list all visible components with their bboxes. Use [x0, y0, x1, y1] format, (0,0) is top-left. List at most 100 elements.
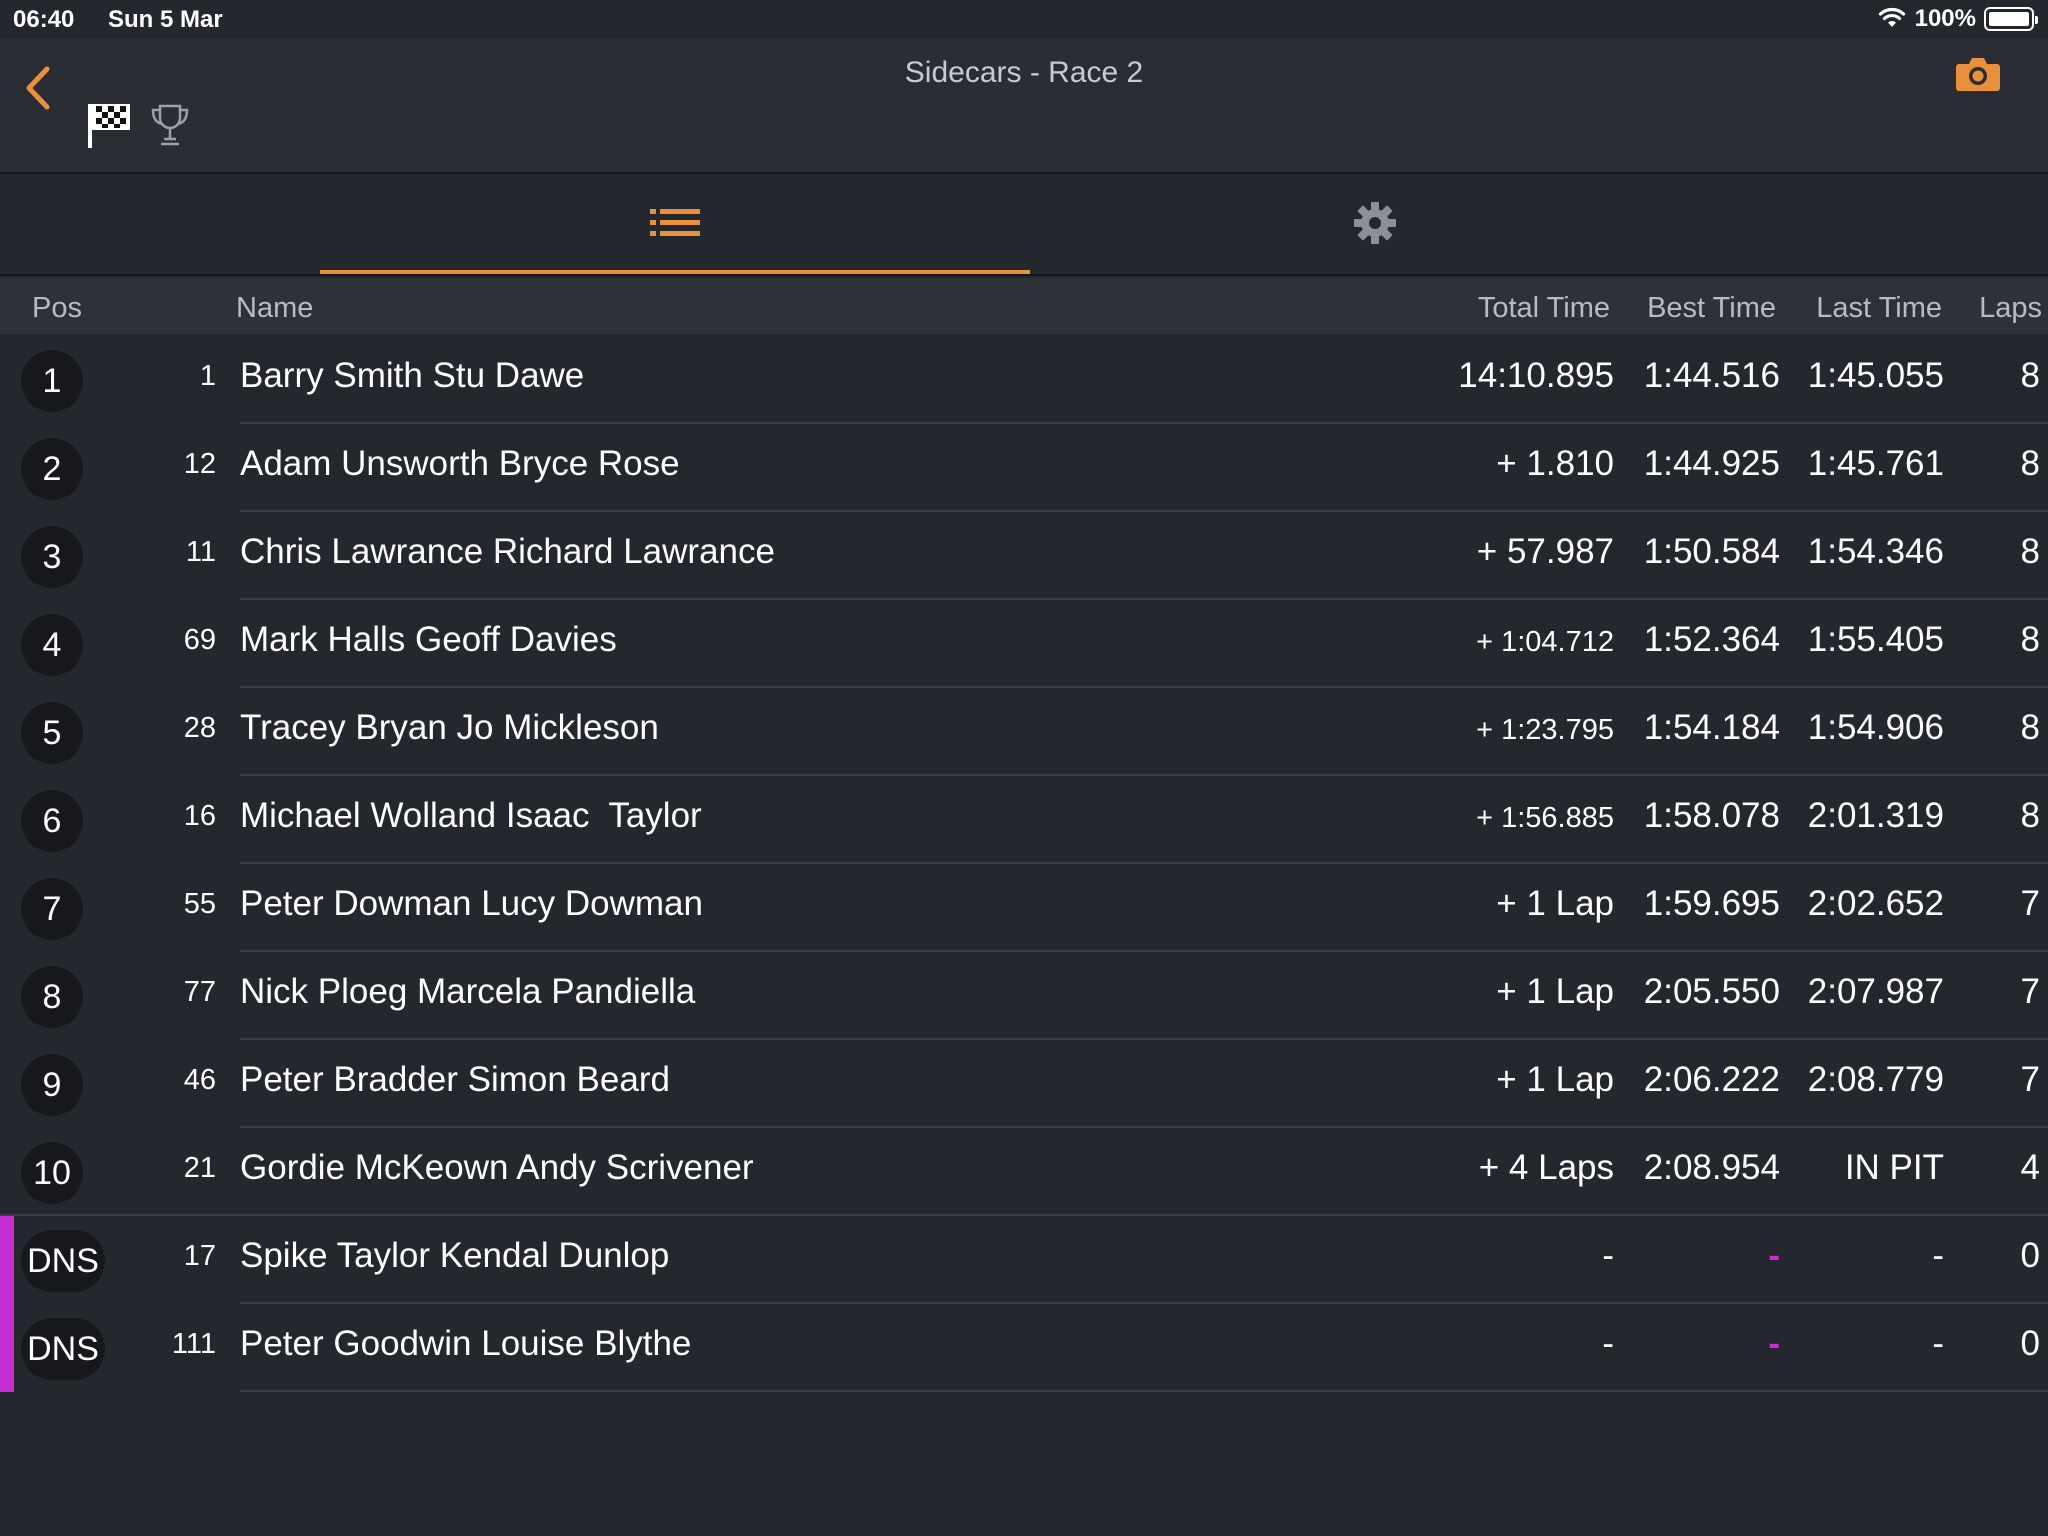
rider-number: 11	[185, 536, 216, 568]
last-time: 1:54.906	[1807, 708, 1944, 747]
rider-names: Adam Unsworth Bryce Rose	[240, 444, 680, 483]
laps-count: 0	[2020, 1324, 2040, 1363]
last-time: 1:45.055	[1807, 356, 1944, 395]
column-header-last-time[interactable]: Last Time	[1816, 292, 1942, 325]
laps-count: 4	[2020, 1148, 2040, 1187]
view-tabs	[0, 176, 2048, 276]
position-badge: 4	[21, 614, 83, 676]
page-title: Sidecars - Race 2	[904, 56, 1144, 89]
total-time: + 1:04.712	[1476, 626, 1614, 658]
table-row[interactable]: 4 69 Mark Halls Geoff Davies + 1:04.712 …	[0, 600, 2048, 688]
rider-number: 28	[183, 712, 216, 744]
laps-count: 8	[2020, 532, 2040, 571]
table-row[interactable]: 2 12 Adam Unsworth Bryce Rose + 1.810 1:…	[0, 424, 2048, 512]
best-time: 1:44.516	[1643, 356, 1780, 395]
rider-number: 111	[171, 1328, 216, 1360]
position-badge: 5	[21, 702, 83, 764]
gear-icon	[1352, 200, 1398, 251]
best-time: 2:08.954	[1643, 1148, 1780, 1187]
laps-count: 8	[2020, 444, 2040, 483]
table-row[interactable]: 8 77 Nick Ploeg Marcela Pandiella + 1 La…	[0, 952, 2048, 1040]
column-header-laps[interactable]: Laps	[1979, 292, 2042, 325]
position-badge: 3	[21, 526, 83, 588]
best-time: 1:52.364	[1643, 620, 1780, 659]
total-time: + 1:56.885	[1476, 802, 1614, 834]
last-time: IN PIT	[1844, 1148, 1944, 1187]
rider-number: 21	[183, 1152, 216, 1184]
last-time: 1:54.346	[1807, 532, 1944, 571]
list-icon	[650, 207, 700, 244]
column-header-name[interactable]: Name	[236, 292, 313, 325]
active-tab-indicator	[320, 270, 1030, 274]
status-indicators: 100%	[1877, 4, 2038, 34]
position-badge: 7	[21, 878, 83, 940]
dns-status-strip	[0, 1216, 14, 1304]
rider-names: Barry Smith Stu Dawe	[240, 356, 585, 395]
column-header-pos[interactable]: Pos	[32, 292, 82, 325]
laps-count: 8	[2020, 356, 2040, 395]
table-row[interactable]: 7 55 Peter Dowman Lucy Dowman + 1 Lap 1:…	[0, 864, 2048, 952]
laps-count: 7	[2020, 884, 2040, 923]
wifi-icon	[1877, 5, 1907, 34]
trophy-icon[interactable]	[148, 102, 192, 148]
total-time: -	[1602, 1324, 1614, 1363]
status-time: 06:40	[13, 6, 75, 33]
best-time: 1:59.695	[1643, 884, 1780, 923]
table-row[interactable]: 10 21 Gordie McKeown Andy Scrivener + 4 …	[0, 1128, 2048, 1216]
best-time: 1:50.584	[1643, 532, 1780, 571]
rider-names: Nick Ploeg Marcela Pandiella	[240, 972, 696, 1011]
total-time: + 4 Laps	[1478, 1148, 1614, 1187]
total-time: -	[1602, 1236, 1614, 1275]
table-row[interactable]: 5 28 Tracey Bryan Jo Mickleson + 1:23.79…	[0, 688, 2048, 776]
laps-count: 8	[2020, 620, 2040, 659]
total-time: + 1 Lap	[1496, 884, 1614, 923]
last-time: 1:55.405	[1807, 620, 1944, 659]
navigation-header: Sidecars - Race 2	[0, 38, 2048, 174]
position-badge: 6	[21, 790, 83, 852]
best-time: 2:05.550	[1643, 972, 1780, 1011]
last-time: 2:07.987	[1807, 972, 1944, 1011]
total-time: 14:10.895	[1458, 356, 1614, 395]
table-header: Pos Name Total Time Best Time Last Time …	[0, 278, 2048, 334]
laps-count: 0	[2020, 1236, 2040, 1275]
column-header-best-time[interactable]: Best Time	[1647, 292, 1776, 325]
total-time: + 1.810	[1496, 444, 1614, 483]
best-time: -	[1768, 1324, 1780, 1363]
rider-number: 77	[183, 976, 216, 1008]
last-time: -	[1932, 1236, 1944, 1275]
rider-number: 46	[183, 1064, 216, 1096]
position-badge: DNS	[21, 1230, 105, 1292]
table-row[interactable]: 9 46 Peter Bradder Simon Beard + 1 Lap 2…	[0, 1040, 2048, 1128]
rider-names: Tracey Bryan Jo Mickleson	[240, 708, 659, 747]
position-badge: 1	[21, 350, 83, 412]
rider-number: 12	[183, 448, 216, 480]
position-badge: 10	[21, 1142, 83, 1204]
camera-icon	[1955, 58, 2001, 98]
total-time: + 1 Lap	[1496, 1060, 1614, 1099]
camera-button[interactable]	[1955, 54, 2001, 94]
table-row[interactable]: 1 1 Barry Smith Stu Dawe 14:10.895 1:44.…	[0, 336, 2048, 424]
total-time: + 57.987	[1476, 532, 1614, 571]
total-time: + 1:23.795	[1476, 714, 1614, 746]
best-time: 1:44.925	[1643, 444, 1780, 483]
laps-count: 8	[2020, 708, 2040, 747]
table-row[interactable]: DNS 111 Peter Goodwin Louise Blythe - - …	[0, 1304, 2048, 1392]
last-time: 2:02.652	[1807, 884, 1944, 923]
status-date: Sun 5 Mar	[108, 6, 223, 33]
tab-results-list[interactable]	[320, 176, 1030, 274]
last-time: 2:01.319	[1807, 796, 1944, 835]
checkered-flag-icon[interactable]	[86, 100, 132, 150]
best-time: 2:06.222	[1643, 1060, 1780, 1099]
laps-count: 8	[2020, 796, 2040, 835]
table-row[interactable]: 6 16 Michael Wolland Isaac Taylor + 1:56…	[0, 776, 2048, 864]
table-row[interactable]: DNS 17 Spike Taylor Kendal Dunlop - - - …	[0, 1216, 2048, 1304]
rider-names: Michael Wolland Isaac Taylor	[240, 796, 702, 835]
total-time: + 1 Lap	[1496, 972, 1614, 1011]
tab-settings[interactable]	[1020, 176, 1730, 274]
table-row[interactable]: 3 11 Chris Lawrance Richard Lawrance + 5…	[0, 512, 2048, 600]
rider-names: Gordie McKeown Andy Scrivener	[240, 1148, 754, 1187]
rider-number: 1	[199, 360, 216, 392]
position-badge: 2	[21, 438, 83, 500]
column-header-total-time[interactable]: Total Time	[1478, 292, 1610, 325]
last-time: -	[1932, 1324, 1944, 1363]
